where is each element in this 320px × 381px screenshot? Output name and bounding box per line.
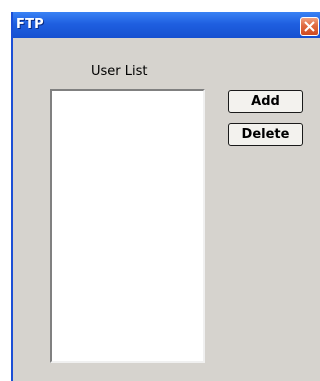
add-button[interactable]: Add [228,90,303,113]
close-icon [304,21,315,32]
user-list[interactable] [50,89,205,363]
user-list-label: User List [91,64,148,79]
close-button[interactable] [300,17,319,36]
ftp-window: FTP User List Add Delete [11,12,320,381]
window-title: FTP [16,17,44,32]
title-bar[interactable]: FTP [13,12,320,38]
delete-button[interactable]: Delete [228,123,303,146]
